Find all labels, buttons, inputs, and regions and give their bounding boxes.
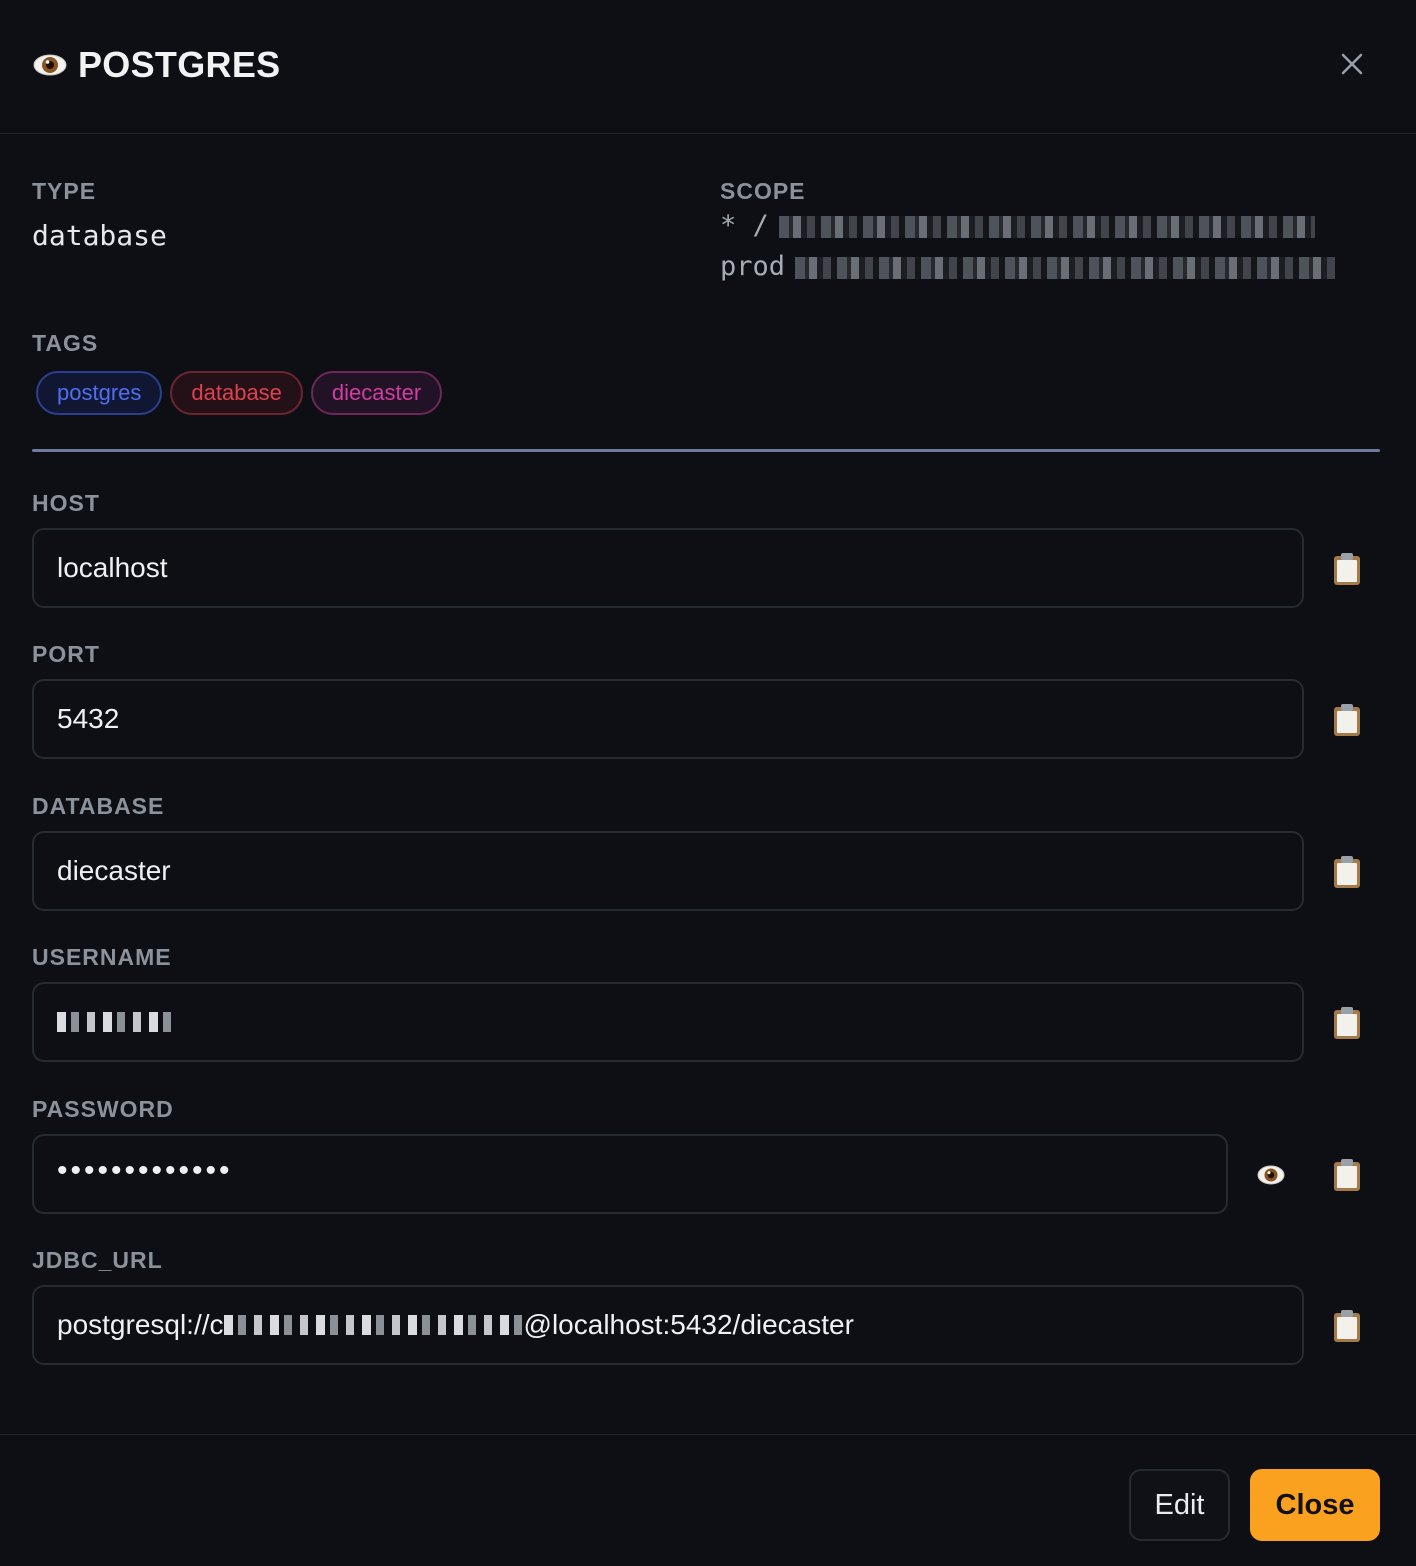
jdbc-url-prefix: postgresql://c: [57, 1309, 224, 1340]
clipboard-icon[interactable]: [1332, 855, 1362, 889]
type-label: TYPE: [32, 178, 97, 204]
clipboard-icon[interactable]: [1332, 1309, 1362, 1343]
password-label: PASSWORD: [32, 1096, 174, 1122]
clipboard-icon[interactable]: [1332, 1006, 1362, 1040]
password-input[interactable]: •••••••••••••: [32, 1134, 1228, 1214]
clipboard-icon[interactable]: [1332, 703, 1362, 737]
modal-footer: Edit Close: [0, 1434, 1416, 1566]
tag-list: postgres database diecaster: [36, 371, 443, 415]
host-input[interactable]: localhost: [32, 528, 1304, 608]
port-field: PORT 5432: [32, 641, 1380, 759]
title-wrap: POSTGRES: [32, 44, 280, 86]
redacted-username: [57, 1012, 175, 1032]
port-input[interactable]: 5432: [32, 679, 1304, 759]
jdbc-url-label: JDBC_URL: [32, 1247, 163, 1273]
tags-label: TAGS: [32, 330, 99, 356]
scope-label: SCOPE: [720, 178, 806, 204]
scope-line-2-prefix: prod: [720, 251, 786, 282]
scope-section: SCOPE * / prod: [720, 178, 1380, 287]
scope-line-1-prefix: * /: [720, 210, 769, 241]
jdbc-url-suffix: @localhost:5432/diecaster: [523, 1309, 854, 1340]
clipboard-icon[interactable]: [1332, 552, 1362, 586]
redacted-text: [795, 256, 1336, 279]
database-input[interactable]: diecaster: [32, 831, 1304, 911]
connection-details-modal: POSTGRES TYPE database SCOPE * / prod TA…: [0, 0, 1416, 1566]
close-button[interactable]: Close: [1250, 1469, 1380, 1541]
redacted-text: [778, 215, 1315, 238]
tag-postgres: postgres: [36, 371, 163, 415]
host-field: HOST localhost: [32, 490, 1380, 608]
database-field: DATABASE diecaster: [32, 793, 1380, 911]
reveal-password-eye-icon[interactable]: [1256, 1160, 1286, 1190]
password-field: PASSWORD •••••••••••••: [32, 1096, 1380, 1214]
redacted-credentials: [223, 1315, 524, 1335]
close-icon[interactable]: [1336, 48, 1368, 80]
modal-title: POSTGRES: [78, 44, 281, 85]
password-masked-value: •••••••••••••: [57, 1154, 233, 1187]
database-label: DATABASE: [32, 793, 165, 819]
scope-line-1: * /: [720, 205, 1380, 246]
username-label: USERNAME: [32, 944, 172, 970]
type-value: database: [32, 219, 167, 252]
username-input[interactable]: [32, 982, 1304, 1062]
section-divider: [32, 449, 1380, 452]
jdbc-url-input[interactable]: postgresql://c @localhost:5432/diecaster: [32, 1285, 1304, 1365]
eye-icon: [33, 54, 67, 76]
type-section: TYPE database: [32, 178, 167, 252]
host-label: HOST: [32, 490, 100, 516]
username-field: USERNAME: [32, 944, 1380, 1062]
tag-database: database: [170, 371, 303, 415]
clipboard-icon[interactable]: [1332, 1158, 1362, 1192]
tag-diecaster: diecaster: [310, 371, 443, 415]
edit-button[interactable]: Edit: [1129, 1469, 1230, 1541]
modal-header: POSTGRES: [0, 0, 1416, 134]
scope-line-2: prod: [720, 246, 1380, 287]
tags-section: TAGS postgres database diecaster: [32, 330, 443, 415]
port-label: PORT: [32, 641, 100, 667]
jdbc-url-field: JDBC_URL postgresql://c @localhost:5432/d…: [32, 1247, 1380, 1365]
